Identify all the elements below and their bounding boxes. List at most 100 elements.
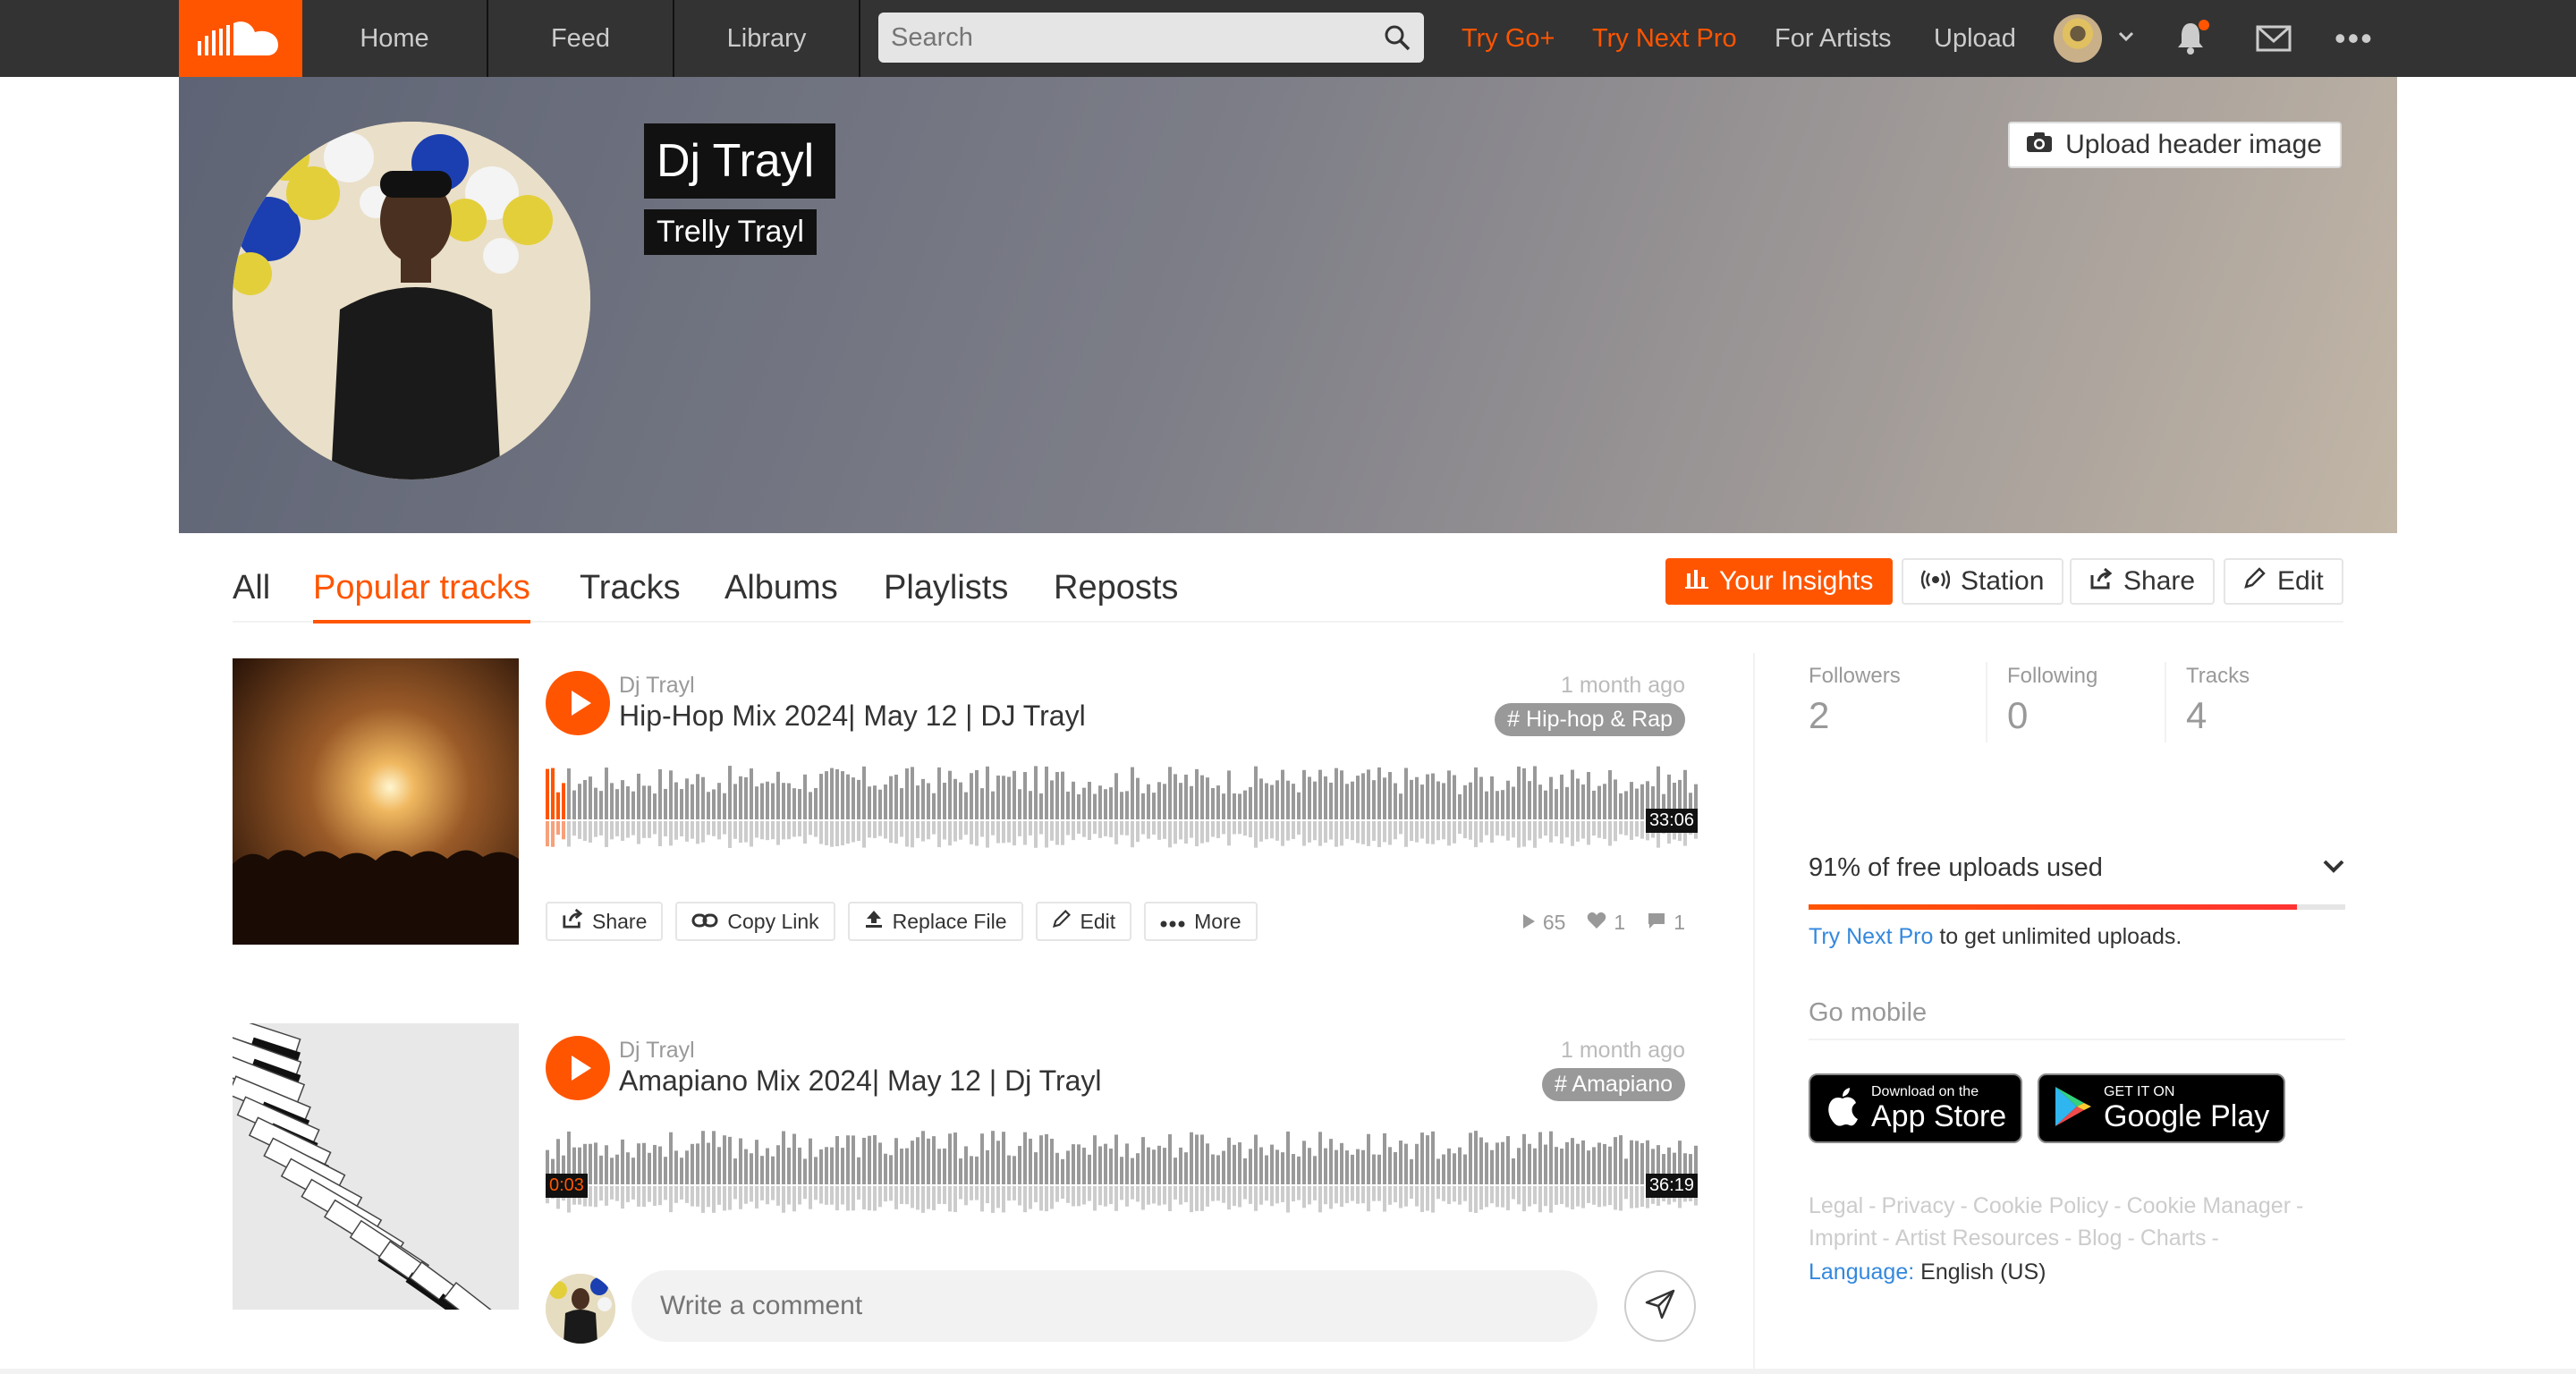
- waveform-reflection: [1190, 1186, 1193, 1213]
- app-store-badge[interactable]: Download on the App Store: [1809, 1073, 2023, 1143]
- more-button[interactable]: More: [1144, 902, 1258, 941]
- track-title[interactable]: Hip-Hop Mix 2024| May 12 | DJ Trayl: [619, 700, 1086, 733]
- footer-link-legal[interactable]: Legal: [1809, 1193, 1863, 1218]
- waveform-bar: [1404, 768, 1408, 819]
- waveform-bar: [1120, 1157, 1123, 1184]
- station-button[interactable]: Station: [1902, 558, 2064, 605]
- more-options-icon[interactable]: •••: [2334, 20, 2374, 57]
- waveform-bar: [1571, 769, 1574, 819]
- waveform-bar: [1469, 1132, 1472, 1184]
- waveform-bar: [1587, 772, 1590, 819]
- waveform-reflection: [733, 1186, 737, 1200]
- footer-link-privacy[interactable]: Privacy: [1882, 1193, 1955, 1218]
- search-input[interactable]: [878, 13, 1424, 63]
- track-item: Dj Trayl Hip-Hop Mix 2024| May 12 | DJ T…: [233, 658, 1699, 945]
- upload-header-image-button[interactable]: Upload header image: [2008, 122, 2342, 168]
- footer-link-blog[interactable]: Blog: [2077, 1226, 2122, 1251]
- genre-tag[interactable]: # Amapiano: [1541, 1068, 1685, 1101]
- waveform-bar: [1104, 1143, 1107, 1184]
- tab-popular-tracks[interactable]: Popular tracks: [313, 569, 530, 623]
- waveform-bar: [1538, 785, 1542, 819]
- waveform-reflection: [1367, 821, 1370, 846]
- nav-tab-feed[interactable]: Feed: [488, 0, 674, 77]
- nav-tab-library[interactable]: Library: [674, 0, 860, 77]
- send-icon: [1643, 1287, 1677, 1326]
- waveform-reflection: [1345, 1186, 1349, 1203]
- track-share-button[interactable]: Share: [546, 902, 664, 941]
- replace-file-button[interactable]: Replace File: [847, 902, 1023, 941]
- waveform-reflection: [830, 1186, 834, 1205]
- try-next-pro-link[interactable]: Try Next Pro: [1592, 0, 1737, 77]
- footer-link-artist-resources[interactable]: Artist Resources: [1895, 1226, 2059, 1251]
- waveform-reflection: [1410, 821, 1413, 842]
- waveform-bar: [696, 1143, 699, 1184]
- waveform-bar: [1549, 776, 1553, 819]
- for-artists-link[interactable]: For Artists: [1775, 0, 1892, 77]
- followers-stat[interactable]: Followers 2: [1809, 664, 1987, 737]
- track-edit-button[interactable]: Edit: [1035, 902, 1132, 941]
- waveform-reflection: [1630, 1186, 1633, 1209]
- track-edit-label: Edit: [1080, 909, 1116, 933]
- copy-link-button[interactable]: Copy Link: [675, 902, 835, 941]
- following-stat[interactable]: Following 0: [2007, 664, 2186, 737]
- waveform-reflection: [921, 821, 925, 842]
- share-button[interactable]: Share: [2070, 558, 2216, 605]
- footer-link-charts[interactable]: Charts: [2140, 1226, 2207, 1251]
- track-artist[interactable]: Dj Trayl: [619, 673, 695, 699]
- waveform-reflection: [792, 821, 796, 837]
- edit-button[interactable]: Edit: [2224, 558, 2343, 605]
- waveform-reflection: [1410, 1186, 1413, 1200]
- like-count[interactable]: 1: [1587, 911, 1625, 935]
- tracks-stat[interactable]: Tracks 4: [2186, 664, 2365, 737]
- nav-tab-home[interactable]: Home: [302, 0, 488, 77]
- footer-link-cookie-policy[interactable]: Cookie Policy: [1973, 1193, 2108, 1218]
- upload-link[interactable]: Upload: [1934, 0, 2016, 77]
- comment-count[interactable]: 1: [1647, 911, 1685, 935]
- search-icon[interactable]: [1383, 23, 1411, 56]
- ellipsis-icon: [1160, 910, 1185, 934]
- tab-albums[interactable]: Albums: [724, 569, 838, 620]
- upload-quota-label: 91% of free uploads used: [1809, 853, 2103, 882]
- comment-input[interactable]: [631, 1270, 1597, 1342]
- send-comment-button[interactable]: [1624, 1270, 1696, 1342]
- waveform-reflection: [1619, 821, 1623, 835]
- mail-icon[interactable]: [2256, 25, 2292, 56]
- soundcloud-logo-icon[interactable]: [179, 0, 302, 77]
- chevron-down-icon[interactable]: [2322, 857, 2345, 879]
- profile-avatar[interactable]: [233, 122, 590, 479]
- play-button[interactable]: [546, 1036, 610, 1100]
- tab-all[interactable]: All: [233, 569, 270, 620]
- footer-link-imprint[interactable]: Imprint: [1809, 1226, 1877, 1251]
- waveform-reflection: [1222, 1186, 1225, 1203]
- language-selector[interactable]: Language: English (US): [1809, 1260, 2046, 1285]
- track-artwork[interactable]: [233, 658, 519, 945]
- waveform-bar: [889, 1155, 893, 1184]
- tab-playlists[interactable]: Playlists: [884, 569, 1008, 620]
- google-play-badge[interactable]: GET IT ON Google Play: [2038, 1073, 2286, 1143]
- waveform-bar: [1275, 780, 1279, 819]
- user-avatar[interactable]: [2054, 14, 2102, 63]
- waveform[interactable]: [546, 1122, 1699, 1220]
- waveform-reflection: [1157, 1186, 1161, 1206]
- track-title[interactable]: Amapiano Mix 2024| May 12 | Dj Trayl: [619, 1064, 1102, 1098]
- waveform-bar: [1614, 779, 1617, 819]
- try-next-pro-cta-link[interactable]: Try Next Pro: [1809, 924, 1933, 949]
- waveform-reflection: [948, 1186, 952, 1212]
- genre-tag[interactable]: # Hip-hop & Rap: [1495, 703, 1685, 736]
- footer-link-cookie-manager[interactable]: Cookie Manager: [2127, 1193, 2291, 1218]
- waveform-bar: [852, 1135, 855, 1184]
- your-insights-button[interactable]: Your Insights: [1665, 558, 1894, 605]
- track-artist[interactable]: Dj Trayl: [619, 1038, 695, 1064]
- waveform-bar: [1104, 789, 1107, 819]
- track-artwork[interactable]: [233, 1023, 519, 1310]
- waveform[interactable]: [546, 757, 1699, 855]
- tab-reposts[interactable]: Reposts: [1054, 569, 1178, 620]
- chevron-down-icon[interactable]: [2116, 27, 2136, 51]
- waveform-reflection: [1055, 821, 1059, 845]
- play-button[interactable]: [546, 671, 610, 735]
- waveform-bar: [1308, 776, 1311, 819]
- upload-quota-cta-text: to get unlimited uploads.: [1933, 924, 2182, 949]
- following-label: Following: [2007, 664, 2098, 688]
- try-go-plus-link[interactable]: Try Go+: [1462, 0, 1555, 77]
- tab-tracks[interactable]: Tracks: [580, 569, 681, 620]
